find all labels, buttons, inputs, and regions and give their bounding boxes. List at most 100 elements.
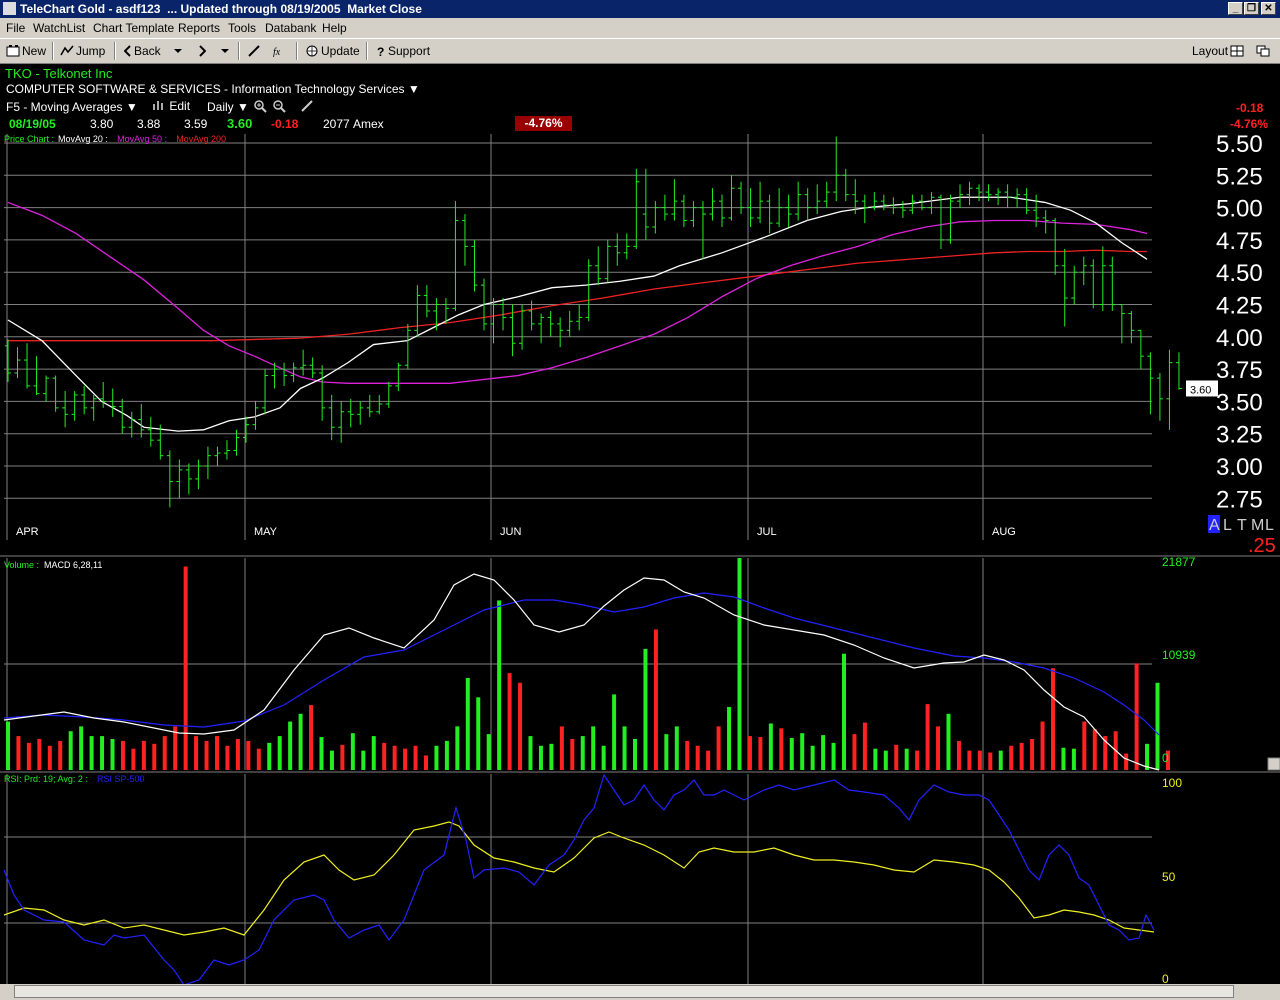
price-bar bbox=[585, 259, 592, 322]
price-axis-label: 4.25 bbox=[1216, 293, 1263, 320]
price-bar bbox=[1023, 188, 1030, 215]
volume-bar bbox=[476, 697, 481, 770]
price-bar bbox=[557, 317, 564, 348]
price-legend-item: MovAvg 50 : bbox=[117, 134, 167, 144]
volume-bar bbox=[382, 742, 387, 770]
last-price-tag: 3.60 bbox=[1190, 384, 1211, 396]
volume-bar bbox=[507, 673, 512, 770]
price-bar bbox=[823, 181, 830, 208]
price-axis-label: 2.75 bbox=[1216, 486, 1263, 513]
price-bar bbox=[452, 201, 459, 311]
price-bar bbox=[347, 398, 354, 428]
volume-bar bbox=[1040, 721, 1045, 770]
scale-mode-letter: L bbox=[1265, 517, 1274, 534]
price-axis-label: 4.50 bbox=[1216, 260, 1263, 287]
scale-mode-letter: L bbox=[1223, 517, 1232, 534]
volume-bar bbox=[403, 748, 408, 770]
price-bar bbox=[1061, 248, 1068, 327]
chart-canvas[interactable]: Price Chart : MovAvg 20 : MovAvg 50 : MovAv… bbox=[0, 0, 1280, 984]
volume-bar bbox=[695, 745, 700, 770]
price-axis-label: 3.00 bbox=[1216, 454, 1263, 481]
volume-bar bbox=[194, 736, 199, 770]
ma20-line bbox=[7, 196, 1148, 432]
price-bar bbox=[243, 416, 249, 443]
scrollbar-thumb[interactable] bbox=[14, 985, 1234, 998]
volume-bar bbox=[768, 723, 773, 770]
volume-bar bbox=[664, 734, 669, 770]
price-bar bbox=[1099, 246, 1106, 311]
price-bar bbox=[1128, 310, 1135, 344]
price-bar bbox=[376, 394, 383, 415]
volume-bar bbox=[434, 745, 439, 770]
price-bar bbox=[547, 310, 554, 337]
volume-bar bbox=[120, 740, 125, 770]
scale-mode-letter: M bbox=[1251, 517, 1264, 534]
volume-bar bbox=[1134, 663, 1139, 770]
price-bar bbox=[709, 188, 716, 221]
volume-bar bbox=[956, 740, 961, 770]
price-bar bbox=[338, 401, 345, 443]
volume-bar bbox=[1124, 753, 1129, 770]
price-bar bbox=[1118, 304, 1125, 344]
price-bar bbox=[14, 347, 21, 379]
horizontal-scrollbar[interactable] bbox=[0, 984, 1280, 1000]
price-bar bbox=[633, 168, 640, 249]
volume-bar bbox=[862, 722, 867, 770]
volume-bar bbox=[988, 752, 993, 770]
price-bar bbox=[52, 375, 59, 412]
volume-bar bbox=[977, 750, 982, 770]
price-legend-item: MovAvg 200 bbox=[176, 134, 226, 144]
volume-bar bbox=[998, 750, 1003, 770]
volume-bar bbox=[653, 629, 658, 770]
price-bar bbox=[814, 184, 821, 215]
volume-bar bbox=[288, 721, 293, 770]
volume-bar bbox=[758, 737, 763, 770]
price-bar bbox=[281, 362, 288, 386]
price-bar bbox=[1147, 352, 1154, 415]
price-axis-label: 5.00 bbox=[1216, 196, 1263, 223]
price-bar bbox=[957, 184, 963, 208]
volume-bar bbox=[800, 733, 805, 770]
price-bar bbox=[947, 194, 954, 244]
volume-bar bbox=[622, 726, 627, 770]
price-bar bbox=[690, 201, 697, 227]
price-bar bbox=[357, 401, 364, 425]
rsi-axis-label: 50 bbox=[1162, 870, 1176, 884]
price-bar bbox=[1090, 259, 1097, 309]
volume-bar bbox=[685, 740, 690, 770]
volume-bar bbox=[810, 745, 815, 770]
price-increment-label: .25 bbox=[1248, 535, 1276, 557]
price-bar bbox=[395, 362, 402, 392]
price-bar bbox=[652, 201, 659, 234]
volume-axis-label: 0 bbox=[1162, 751, 1169, 765]
volume-bar bbox=[779, 728, 784, 770]
volume-bar bbox=[26, 742, 31, 770]
volume-bar bbox=[371, 736, 376, 770]
volume-bar bbox=[883, 750, 888, 770]
volume-bar bbox=[716, 726, 721, 770]
volume-bar bbox=[852, 734, 857, 770]
price-bar bbox=[576, 304, 583, 331]
price-bar bbox=[204, 446, 211, 479]
price-bar bbox=[471, 239, 478, 292]
volume-bar bbox=[79, 726, 84, 770]
volume-bar bbox=[162, 736, 167, 770]
volume-axis-label: 10939 bbox=[1162, 648, 1196, 662]
price-bar bbox=[366, 394, 373, 417]
volume-bar bbox=[643, 648, 648, 770]
price-bar bbox=[595, 246, 602, 286]
volume-bar bbox=[789, 738, 794, 770]
price-axis-label: 5.25 bbox=[1216, 163, 1263, 190]
price-bar bbox=[909, 194, 916, 215]
price-bar bbox=[185, 463, 192, 495]
volume-bar bbox=[246, 740, 251, 770]
volume-bar bbox=[946, 713, 951, 770]
volume-bar bbox=[747, 736, 752, 770]
price-bar bbox=[757, 181, 764, 224]
volume-axis-label: 21877 bbox=[1162, 555, 1196, 569]
volume-bar bbox=[925, 704, 930, 770]
volume-bar bbox=[110, 738, 115, 770]
volume-bar bbox=[1051, 668, 1055, 770]
price-bar bbox=[766, 194, 773, 234]
volume-bar bbox=[904, 748, 909, 770]
